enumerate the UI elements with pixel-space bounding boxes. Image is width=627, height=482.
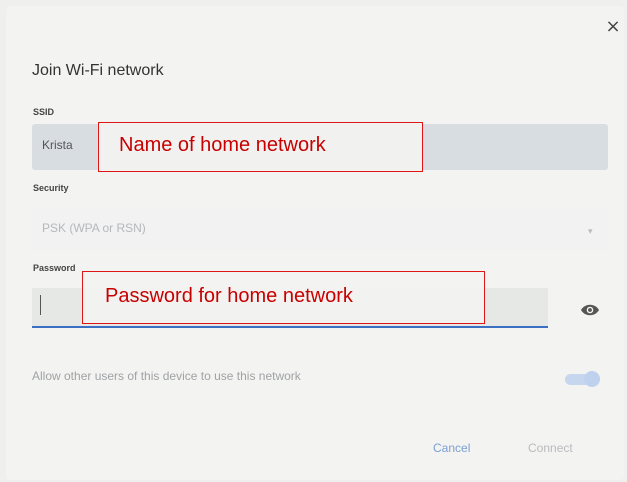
- password-label: Password: [33, 263, 76, 273]
- password-annotation: Password for home network: [82, 271, 485, 324]
- share-network-label: Allow other users of this device to use …: [32, 369, 301, 383]
- toggle-knob[interactable]: [584, 371, 600, 387]
- chevron-down-icon[interactable]: ▾: [588, 226, 593, 237]
- security-label: Security: [33, 183, 69, 193]
- close-icon[interactable]: ×: [604, 18, 622, 36]
- dialog-title: Join Wi-Fi network: [32, 62, 164, 79]
- ssid-value: Krista: [42, 138, 73, 152]
- ssid-label: SSID: [33, 107, 55, 117]
- cancel-button[interactable]: Cancel: [433, 441, 470, 455]
- security-value: PSK (WPA or RSN): [42, 221, 146, 235]
- ssid-annotation: Name of home network: [98, 122, 423, 172]
- connect-button[interactable]: Connect: [528, 441, 573, 455]
- text-cursor: [40, 295, 41, 315]
- eye-icon[interactable]: [580, 303, 600, 317]
